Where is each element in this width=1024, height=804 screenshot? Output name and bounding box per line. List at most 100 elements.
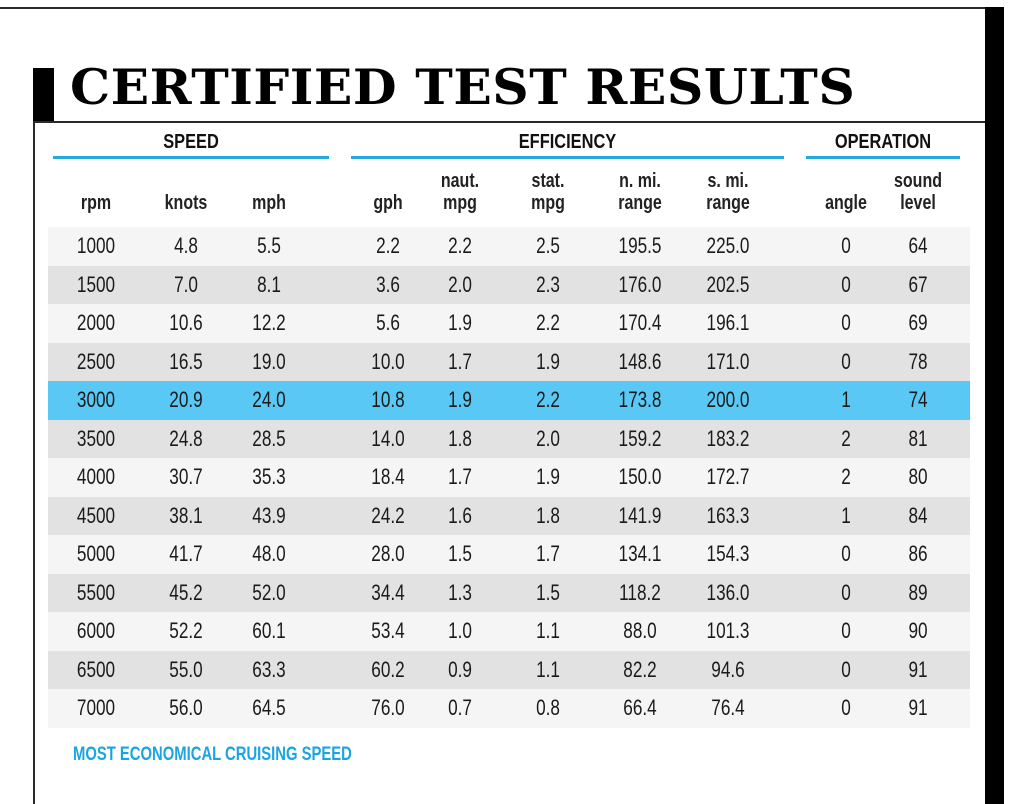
cell-angle: 0 [841, 348, 851, 374]
cell-naut-mpg: 1.5 [448, 541, 472, 566]
cell-smi-range: 202.5 [706, 271, 750, 297]
cell-mph: 12.2 [252, 310, 286, 335]
cell-smi-range: 172.7 [706, 464, 750, 489]
table-row: 4500 38.1 43.9 24.2 1.6 1.8 141.9 163.3 1 84 [48, 496, 970, 535]
cell-stat-mpg: 1.9 [536, 348, 560, 374]
column-header-line1 [237, 170, 301, 192]
cell-angle: 0 [841, 579, 851, 605]
cell-naut-mpg: 0.9 [448, 656, 472, 682]
cell-nmi-range: 148.6 [618, 348, 662, 374]
cell-stat-mpg: 2.2 [536, 310, 560, 335]
cell-nmi-range: 176.0 [618, 271, 662, 297]
cell-nmi-range: 66.4 [623, 695, 657, 720]
column-header-line2: level [900, 192, 936, 214]
cell-sound-level: 90 [908, 618, 928, 643]
top-rule [0, 7, 986, 9]
cell-gph: 53.4 [371, 618, 405, 643]
footnote-economical-speed: MOST ECONOMICAL CRUISING SPEED [73, 744, 352, 765]
left-border [33, 121, 35, 804]
column-header-line1: s. mi. [707, 170, 749, 192]
column-header-line2: mph [252, 192, 286, 214]
cell-nmi-range: 141.9 [618, 502, 662, 528]
cell-mph: 64.5 [252, 695, 286, 720]
cell-rpm: 3500 [76, 425, 116, 451]
cell-nmi-range: 134.1 [618, 541, 662, 566]
cell-sound-level: 78 [908, 348, 928, 374]
column-header-nmi-range: n. mi. range [608, 170, 672, 214]
cell-mph: 8.1 [257, 271, 281, 297]
cell-knots: 16.5 [169, 348, 203, 374]
table-row-highlighted: 3000 20.9 24.0 10.8 1.9 2.2 173.8 200.0 1 74 [48, 381, 970, 420]
table-row: 2000 10.6 12.2 5.6 1.9 2.2 170.4 196.1 0 69 [48, 304, 970, 343]
cell-gph: 10.0 [371, 348, 405, 374]
cell-knots: 4.8 [174, 233, 198, 258]
cell-naut-mpg: 1.9 [448, 387, 472, 412]
cell-gph: 24.2 [371, 502, 405, 528]
cell-angle: 2 [841, 464, 851, 489]
cell-gph: 76.0 [371, 695, 405, 720]
cell-angle: 0 [841, 656, 851, 682]
cell-gph: 3.6 [376, 271, 400, 297]
group-header-efficiency: EFFICIENCY [518, 131, 617, 153]
cell-stat-mpg: 0.8 [536, 695, 560, 720]
cell-naut-mpg: 1.8 [448, 425, 472, 451]
table-row: 6500 55.0 63.3 60.2 0.9 1.1 82.2 94.6 0 91 [48, 650, 970, 689]
cell-knots: 52.2 [169, 618, 203, 643]
cell-stat-mpg: 1.1 [536, 618, 560, 643]
cell-sound-level: 64 [908, 233, 928, 258]
cell-angle: 1 [841, 502, 851, 528]
cell-rpm: 6500 [76, 656, 116, 682]
cell-knots: 30.7 [169, 464, 203, 489]
cell-stat-mpg: 1.9 [536, 464, 560, 489]
group-underline-efficiency [351, 156, 784, 159]
cell-naut-mpg: 1.9 [448, 310, 472, 335]
cell-nmi-range: 150.0 [618, 464, 662, 489]
cell-nmi-range: 88.0 [623, 618, 657, 643]
cell-stat-mpg: 1.8 [536, 502, 560, 528]
cell-naut-mpg: 1.6 [448, 502, 472, 528]
column-header-naut-mpg: naut. mpg [428, 170, 492, 214]
cell-rpm: 5500 [76, 579, 116, 605]
cell-rpm: 7000 [76, 695, 116, 720]
column-header-gph: gph [356, 170, 420, 214]
cell-gph: 2.2 [376, 233, 400, 258]
group-underline-speed [53, 156, 329, 159]
cell-rpm: 4000 [76, 464, 116, 489]
cell-gph: 10.8 [371, 387, 405, 412]
table-row: 5500 45.2 52.0 34.4 1.3 1.5 118.2 136.0 0 89 [48, 573, 970, 612]
column-header-line2: range [706, 192, 750, 214]
cell-gph: 34.4 [371, 579, 405, 605]
cell-nmi-range: 170.4 [618, 310, 662, 335]
cell-knots: 55.0 [169, 656, 203, 682]
table-row: 1000 4.8 5.5 2.2 2.2 2.5 195.5 225.0 0 64 [48, 227, 970, 266]
cell-sound-level: 67 [908, 271, 928, 297]
cell-knots: 10.6 [169, 310, 203, 335]
table-row: 3500 24.8 28.5 14.0 1.8 2.0 159.2 183.2 2 81 [48, 419, 970, 458]
cell-naut-mpg: 1.7 [448, 348, 472, 374]
column-header-line2: knots [164, 192, 208, 214]
cell-naut-mpg: 2.0 [448, 271, 472, 297]
cell-angle: 1 [841, 387, 851, 412]
column-header-line2: rpm [80, 192, 112, 214]
cell-mph: 43.9 [252, 502, 286, 528]
column-header-line1 [64, 170, 128, 192]
cell-naut-mpg: 1.0 [448, 618, 472, 643]
cell-sound-level: 69 [908, 310, 928, 335]
column-header-smi-range: s. mi. range [696, 170, 760, 214]
cell-nmi-range: 195.5 [618, 233, 662, 258]
cell-mph: 48.0 [252, 541, 286, 566]
right-edge-bar [985, 7, 1004, 804]
cell-knots: 7.0 [174, 271, 198, 297]
cell-knots: 45.2 [169, 579, 203, 605]
cell-rpm: 2500 [76, 348, 116, 374]
cell-stat-mpg: 1.5 [536, 579, 560, 605]
cell-stat-mpg: 1.1 [536, 656, 560, 682]
column-header-knots: knots [154, 170, 218, 214]
title-accent-block [33, 68, 54, 123]
table-row: 1500 7.0 8.1 3.6 2.0 2.3 176.0 202.5 0 67 [48, 265, 970, 304]
cell-stat-mpg: 1.7 [536, 541, 560, 566]
cell-nmi-range: 159.2 [618, 425, 662, 451]
cell-nmi-range: 118.2 [619, 579, 661, 605]
results-table: 1000 4.8 5.5 2.2 2.2 2.5 195.5 225.0 0 64 1500 7.0 8… [48, 227, 970, 728]
cell-gph: 18.4 [371, 464, 405, 489]
